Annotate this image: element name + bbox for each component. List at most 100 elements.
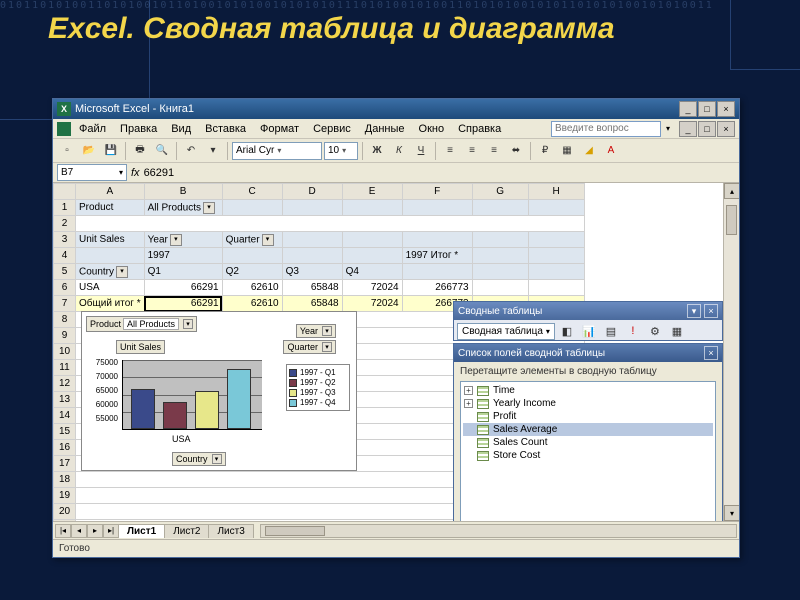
dropdown-icon[interactable]: ▾: [262, 234, 274, 246]
menu-insert[interactable]: Вставка: [199, 121, 252, 137]
workbook-close-button[interactable]: ×: [717, 121, 735, 137]
bold-button[interactable]: Ж: [367, 141, 387, 161]
pivot-page-value[interactable]: All Products▾: [144, 200, 222, 216]
menu-view[interactable]: Вид: [165, 121, 197, 137]
dropdown-icon[interactable]: ▾: [212, 454, 222, 464]
chevron-down-icon[interactable]: ▾: [687, 304, 701, 318]
pivot-toolbar[interactable]: Сводные таблицы ▾ × Сводная таблица▾ ◧ 📊…: [453, 301, 723, 341]
data-cell[interactable]: 65848: [282, 280, 342, 296]
pivot-hide-icon[interactable]: ▤: [601, 321, 621, 341]
col-header[interactable]: D: [282, 184, 342, 200]
row-header[interactable]: 6: [54, 280, 76, 296]
field-item[interactable]: Sales Count: [463, 436, 713, 449]
field-item[interactable]: Profit: [463, 410, 713, 423]
row-header[interactable]: 19: [54, 488, 76, 504]
formula-value[interactable]: 66291: [144, 167, 735, 179]
ask-dropdown-icon[interactable]: ▾: [663, 124, 673, 133]
menu-tools[interactable]: Сервис: [307, 121, 357, 137]
expand-icon[interactable]: +: [464, 399, 473, 408]
worksheet-grid[interactable]: A B C D E F G H 1 Product All Products▾ …: [53, 183, 739, 521]
save-icon[interactable]: 💾: [101, 141, 121, 161]
data-cell[interactable]: 62610: [222, 280, 282, 296]
fx-icon[interactable]: fx: [131, 167, 140, 179]
row-header[interactable]: 5: [54, 264, 76, 280]
font-size-combo[interactable]: 10 ▾: [324, 142, 358, 160]
sheet-tab-active[interactable]: Лист1: [118, 524, 165, 538]
chart-value-field[interactable]: Unit Sales: [116, 340, 165, 354]
new-icon[interactable]: ▫: [57, 141, 77, 161]
workbook-restore-button[interactable]: □: [698, 121, 716, 137]
menu-data[interactable]: Данные: [359, 121, 411, 137]
field-item[interactable]: Store Cost: [463, 449, 713, 462]
merge-button[interactable]: ⬌: [506, 141, 526, 161]
horizontal-scrollbar[interactable]: [260, 524, 737, 538]
chart-year-field[interactable]: Year▾: [296, 324, 336, 338]
italic-button[interactable]: К: [389, 141, 409, 161]
field-item[interactable]: + Time: [463, 384, 713, 397]
window-minimize-button[interactable]: _: [679, 101, 697, 117]
align-center-button[interactable]: ≡: [462, 141, 482, 161]
pivot-row-country[interactable]: Country▾: [76, 264, 145, 280]
window-titlebar[interactable]: X Microsoft Excel - Книга1 _ □ ×: [53, 99, 739, 119]
row-header[interactable]: 7: [54, 296, 76, 312]
pivot-wizard-icon[interactable]: ◧: [557, 321, 577, 341]
pivot-fieldlist-icon[interactable]: ▦: [667, 321, 687, 341]
data-cell[interactable]: 66291: [144, 280, 222, 296]
dropdown-icon[interactable]: ▾: [116, 266, 128, 278]
row-header[interactable]: 12: [54, 376, 76, 392]
dropdown-icon[interactable]: ▾: [322, 342, 332, 352]
pivot-settings-icon[interactable]: ⚙: [645, 321, 665, 341]
scroll-up-icon[interactable]: ▴: [724, 183, 739, 199]
pivot-menu-combo[interactable]: Сводная таблица▾: [457, 323, 555, 340]
dropdown-icon[interactable]: ▾: [203, 202, 215, 214]
close-icon[interactable]: ×: [704, 304, 718, 318]
align-right-button[interactable]: ≡: [484, 141, 504, 161]
field-list-box[interactable]: + Time + Yearly Income Profit Sales Aver…: [460, 381, 716, 521]
menu-edit[interactable]: Правка: [114, 121, 163, 137]
chart-quarter-field[interactable]: Quarter▾: [283, 340, 336, 354]
vertical-scrollbar[interactable]: ▴ ▾: [723, 183, 739, 521]
row-header[interactable]: 15: [54, 424, 76, 440]
col-header[interactable]: H: [528, 184, 584, 200]
scroll-down-icon[interactable]: ▾: [724, 505, 739, 521]
row-header[interactable]: 2: [54, 216, 76, 232]
menu-file[interactable]: Файл: [73, 121, 112, 137]
row-header[interactable]: 4: [54, 248, 76, 264]
pivot-refresh-icon[interactable]: !: [623, 321, 643, 341]
row-header[interactable]: 18: [54, 472, 76, 488]
align-left-button[interactable]: ≡: [440, 141, 460, 161]
data-cell[interactable]: 72024: [342, 296, 402, 312]
pivot-col-quarter[interactable]: Quarter▾: [222, 232, 282, 248]
data-cell[interactable]: 62610: [222, 296, 282, 312]
row-header[interactable]: 21: [54, 520, 76, 522]
borders-button[interactable]: ▦: [557, 141, 577, 161]
scroll-thumb[interactable]: [726, 205, 737, 235]
expand-icon[interactable]: +: [464, 386, 473, 395]
sheet-tab[interactable]: Лист2: [164, 524, 209, 538]
row-header[interactable]: 14: [54, 408, 76, 424]
row-header[interactable]: 13: [54, 392, 76, 408]
sheet-tab[interactable]: Лист3: [208, 524, 253, 538]
row-header[interactable]: 9: [54, 328, 76, 344]
tab-nav-prev[interactable]: ◂: [71, 524, 87, 538]
row-header[interactable]: 8: [54, 312, 76, 328]
font-color-button[interactable]: A: [601, 141, 621, 161]
field-item-selected[interactable]: Sales Average: [463, 423, 713, 436]
window-maximize-button[interactable]: □: [698, 101, 716, 117]
select-all-corner[interactable]: [54, 184, 76, 200]
data-cell[interactable]: 65848: [282, 296, 342, 312]
dropdown-icon[interactable]: ▾: [170, 234, 182, 246]
col-header[interactable]: C: [222, 184, 282, 200]
row-header[interactable]: 10: [54, 344, 76, 360]
field-item[interactable]: + Yearly Income: [463, 397, 713, 410]
window-close-button[interactable]: ×: [717, 101, 735, 117]
more-icon[interactable]: ▾: [203, 141, 223, 161]
dropdown-icon[interactable]: ▾: [183, 319, 193, 329]
col-header[interactable]: B: [144, 184, 222, 200]
data-cell[interactable]: 266773: [402, 280, 472, 296]
workbook-minimize-button[interactable]: _: [679, 121, 697, 137]
open-icon[interactable]: 📂: [79, 141, 99, 161]
name-box[interactable]: B7 ▾: [57, 164, 127, 181]
pivot-chart[interactable]: Product All Products ▾ Unit Sales Year▾ …: [81, 311, 357, 471]
dropdown-icon[interactable]: ▾: [322, 326, 332, 336]
